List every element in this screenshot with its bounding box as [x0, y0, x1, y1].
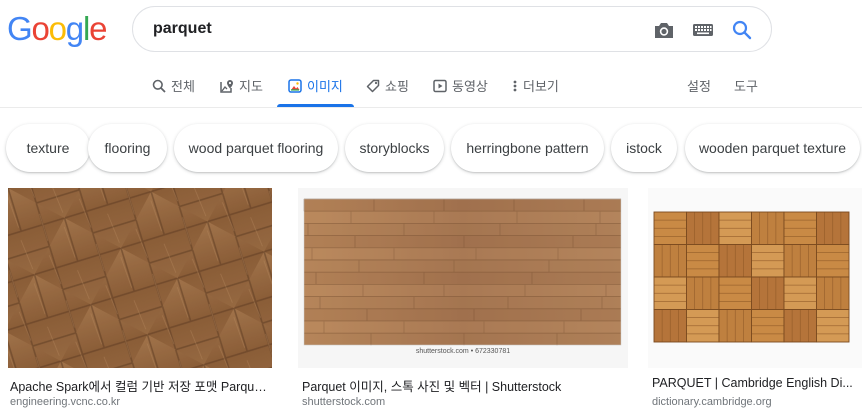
camera-icon[interactable] — [652, 19, 676, 41]
active-tab-indicator — [277, 104, 354, 107]
tools-link[interactable]: 도구 — [734, 76, 758, 95]
search-input[interactable]: parquet — [153, 20, 212, 38]
map-pin-icon — [220, 79, 233, 93]
chip-herringbone-pattern[interactable]: herringbone pattern — [451, 124, 604, 172]
settings-link[interactable]: 설정 — [687, 76, 711, 95]
chip-wood-parquet-flooring[interactable]: wood parquet flooring — [174, 124, 338, 172]
logo-letter: G — [7, 10, 33, 47]
watermark: shutterstock.com • 672330781 — [415, 348, 511, 355]
chip-flooring[interactable]: flooring — [88, 124, 167, 172]
result-title[interactable]: PARQUET | Cambridge English Di... — [652, 376, 862, 390]
chip-wooden-parquet-texture[interactable]: wooden parquet texture — [685, 124, 860, 172]
result-title[interactable]: Apache Spark에서 컬럼 기반 저장 포맷 Parquet(... — [10, 376, 272, 395]
tag-icon — [366, 79, 380, 92]
image-result[interactable]: Apache Spark에서 컬럼 기반 저장 포맷 Parquet(... e… — [8, 188, 272, 408]
result-source[interactable]: shutterstock.com — [302, 396, 385, 408]
play-icon — [433, 79, 447, 92]
more-dots-icon — [513, 80, 517, 91]
logo-letter: g — [65, 10, 84, 47]
herringbone-parquet-image — [8, 188, 272, 368]
search-icon[interactable] — [730, 19, 754, 41]
logo-letter: o — [48, 10, 67, 47]
chip-texture[interactable]: texture — [6, 124, 90, 172]
search-tabs: 전체 지도 이미지 쇼핑 동영상 더보기 설정 도구 — [0, 60, 862, 108]
result-thumbnail[interactable]: shutterstock.com • 672330781 — [298, 188, 628, 368]
tab-shopping[interactable]: 쇼핑 — [366, 76, 409, 95]
tab-label: 더보기 — [523, 79, 559, 94]
tab-maps[interactable]: 지도 — [220, 76, 263, 95]
checker-parquet-image — [653, 211, 850, 343]
image-result[interactable]: shutterstock.com • 672330781 Parquet 이미지… — [298, 188, 628, 408]
result-title[interactable]: Parquet 이미지, 스톡 사진 및 벡터 | Shutterstock — [302, 376, 628, 395]
result-source[interactable]: engineering.vcnc.co.kr — [10, 396, 120, 408]
chip-storyblocks[interactable]: storyblocks — [345, 124, 444, 172]
tab-label: 쇼핑 — [385, 79, 409, 94]
tab-videos[interactable]: 동영상 — [433, 76, 488, 95]
image-icon — [288, 78, 302, 93]
search-icon — [152, 79, 166, 93]
tab-images[interactable]: 이미지 — [288, 76, 343, 95]
google-logo[interactable]: Google — [7, 10, 107, 47]
tab-label: 동영상 — [452, 79, 488, 94]
tab-label: 전체 — [171, 79, 195, 94]
keyboard-icon[interactable] — [691, 19, 715, 41]
tab-more[interactable]: 더보기 — [512, 76, 559, 95]
image-result[interactable]: PARQUET | Cambridge English Di... dictio… — [648, 188, 862, 408]
result-source[interactable]: dictionary.cambridge.org — [652, 396, 772, 408]
plank-parquet-image — [303, 198, 622, 346]
tab-label: 이미지 — [307, 79, 343, 94]
tab-all[interactable]: 전체 — [152, 76, 195, 95]
logo-letter: e — [89, 10, 107, 47]
result-thumbnail[interactable] — [8, 188, 272, 368]
search-box[interactable]: parquet — [132, 6, 772, 52]
chip-istock[interactable]: istock — [611, 124, 677, 172]
logo-letter: o — [31, 10, 49, 47]
result-thumbnail[interactable] — [648, 188, 862, 368]
tab-label: 지도 — [239, 79, 263, 94]
